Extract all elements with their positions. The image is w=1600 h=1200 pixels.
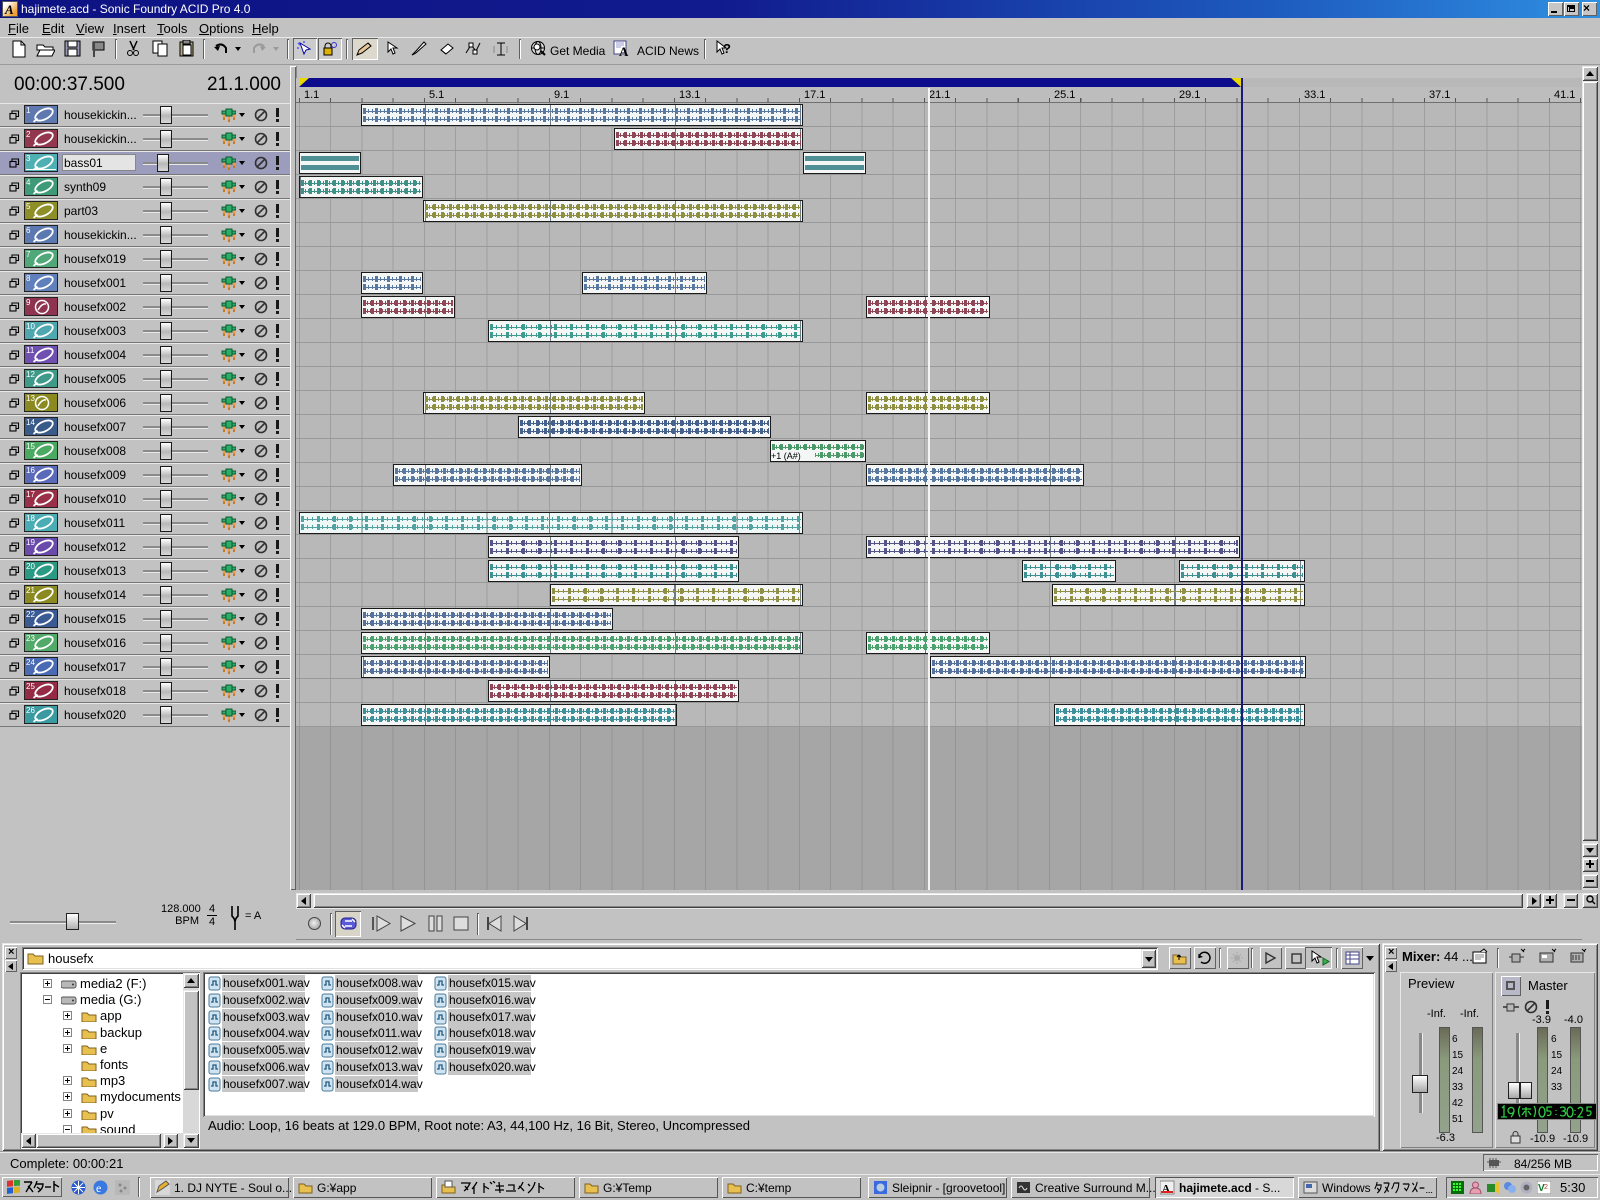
svg-text:A: A <box>1162 1183 1170 1195</box>
svg-text:A: A <box>619 44 629 58</box>
svg-text:2: 2 <box>1544 1184 1548 1191</box>
svg-text:e: e <box>96 1181 101 1195</box>
svg-text:?: ? <box>723 41 731 56</box>
